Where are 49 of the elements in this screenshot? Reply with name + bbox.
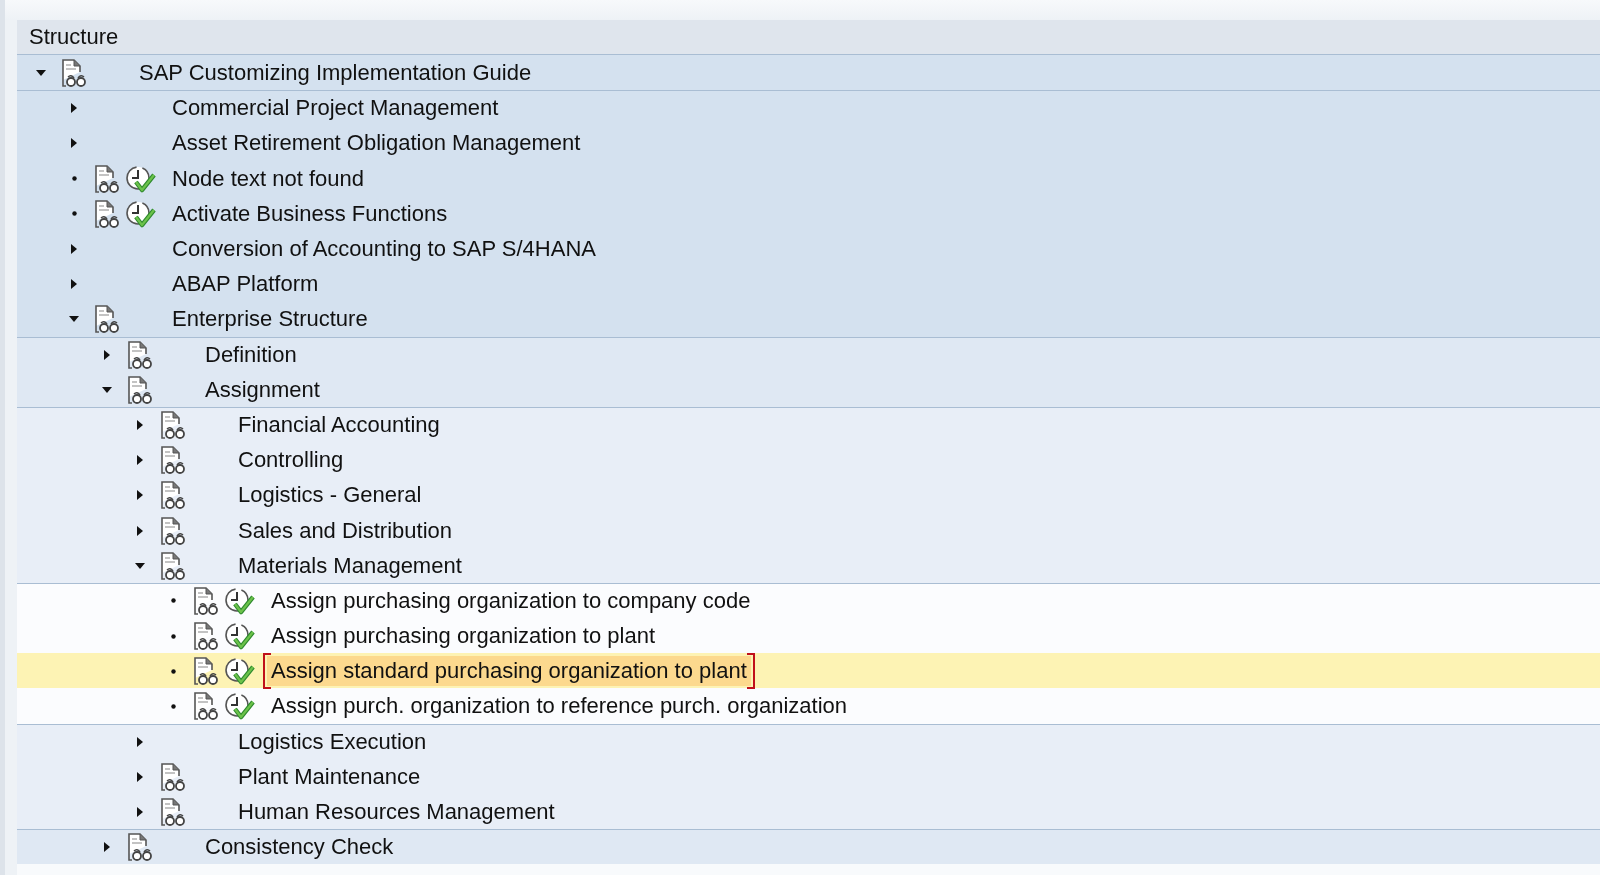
document-glasses-icon[interactable] [158, 515, 186, 546]
tree-row[interactable]: Commercial Project Management [17, 90, 1600, 126]
tree-row[interactable]: Logistics - General [17, 477, 1600, 513]
bullet-icon [71, 176, 77, 182]
tree-row[interactable]: Conversion of Accounting to SAP S/4HANA [17, 230, 1600, 267]
bullet-icon [170, 598, 176, 604]
document-glasses-icon[interactable] [158, 445, 186, 476]
tree-row[interactable]: Activate Business Functions [17, 195, 1600, 231]
document-glasses-icon[interactable] [158, 409, 186, 440]
tree-row[interactable]: Assign purchasing organization to company code [17, 582, 1600, 618]
document-glasses-icon[interactable] [191, 585, 219, 616]
document-glasses-icon[interactable] [59, 58, 87, 89]
clock-check-icon[interactable] [223, 691, 255, 722]
selected-tree-row[interactable]: Assign standard purchasing organization to plant [17, 653, 1600, 689]
tree-row[interactable]: Financial Accounting [17, 406, 1600, 443]
tree-row[interactable]: Controlling [17, 442, 1600, 478]
bullet-icon [170, 703, 176, 709]
tree-row[interactable]: Consistency Check [17, 829, 1600, 865]
column-header: Structure [17, 20, 1600, 55]
tree-row[interactable]: Materials Management [17, 547, 1600, 583]
document-glasses-icon[interactable] [125, 374, 153, 405]
document-glasses-icon[interactable] [158, 550, 186, 581]
tree-row[interactable]: Enterprise Structure [17, 301, 1600, 337]
document-glasses-icon[interactable] [92, 163, 120, 194]
tree-row[interactable]: Plant Maintenance [17, 758, 1600, 794]
tree-row[interactable]: Human Resources Management [17, 793, 1600, 830]
tree-row[interactable]: Assignment [17, 371, 1600, 407]
tree-row[interactable]: Asset Retirement Obligation Management [17, 125, 1600, 161]
document-glasses-icon[interactable] [191, 621, 219, 652]
clock-check-icon[interactable] [223, 621, 255, 652]
document-glasses-icon[interactable] [158, 480, 186, 511]
tree-row[interactable]: ABAP Platform [17, 266, 1600, 302]
clock-check-icon[interactable] [223, 656, 255, 687]
document-glasses-icon[interactable] [92, 304, 120, 335]
tree-row[interactable]: Node text not found [17, 160, 1600, 196]
document-glasses-icon[interactable] [125, 832, 153, 863]
document-glasses-icon[interactable] [125, 339, 153, 370]
document-glasses-icon[interactable] [191, 656, 219, 687]
bullet-icon [170, 633, 176, 639]
document-glasses-icon[interactable] [191, 691, 219, 722]
document-glasses-icon[interactable] [158, 761, 186, 792]
bullet-icon [170, 668, 176, 674]
bullet-icon [71, 211, 77, 217]
document-glasses-icon[interactable] [158, 797, 186, 828]
tree-row[interactable]: Logistics Execution [17, 723, 1600, 759]
document-glasses-icon[interactable] [92, 198, 120, 229]
tree-row[interactable]: Sales and Distribution [17, 512, 1600, 548]
tree-row[interactable]: Definition [17, 336, 1600, 372]
tree-row[interactable]: SAP Customizing Implementation Guide [17, 55, 1600, 91]
